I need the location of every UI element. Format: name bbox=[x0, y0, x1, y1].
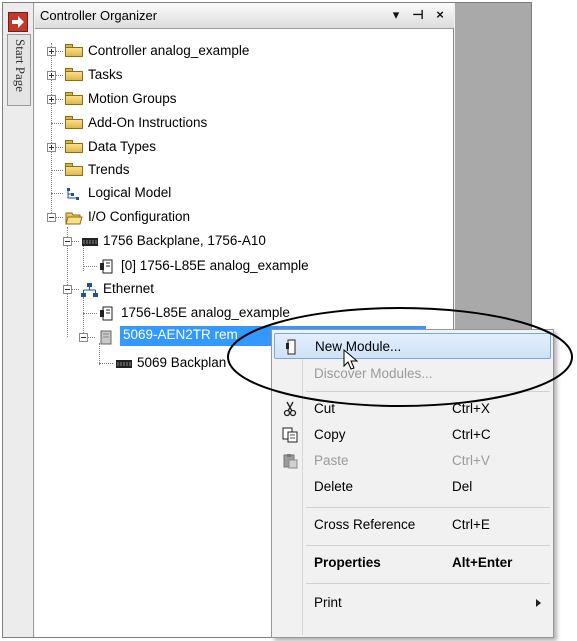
menu-item-properties[interactable]: Properties Alt+Enter bbox=[274, 550, 551, 576]
network-icon bbox=[81, 282, 99, 297]
tree-connector bbox=[51, 193, 63, 194]
menu-separator bbox=[306, 391, 550, 392]
menu-item-copy[interactable]: Copy Ctrl+C bbox=[274, 422, 551, 448]
menu-separator bbox=[306, 583, 550, 584]
adapter-module-icon bbox=[99, 330, 117, 345]
collapse-toggle[interactable] bbox=[79, 333, 88, 342]
menu-item-new-module[interactable]: New Module... bbox=[274, 333, 551, 359]
expand-toggle[interactable] bbox=[47, 143, 56, 152]
tree-connector bbox=[83, 266, 97, 267]
pin-icon[interactable]: ⊣ bbox=[409, 6, 427, 24]
folder-icon bbox=[65, 44, 83, 57]
tree-connector bbox=[99, 363, 113, 364]
folder-icon bbox=[65, 116, 83, 129]
tree-item-l85e-slot0[interactable]: [0] 1756-L85E analog_example bbox=[97, 255, 397, 277]
folder-icon bbox=[65, 68, 83, 81]
mouse-pointer-icon bbox=[343, 349, 359, 370]
tree-connector bbox=[83, 313, 97, 314]
tree-connector bbox=[83, 297, 84, 335]
backplane-icon bbox=[81, 234, 99, 248]
collapse-toggle[interactable] bbox=[63, 237, 72, 246]
tree-item-trends[interactable]: Trends bbox=[63, 159, 363, 181]
panel-title: Controller Organizer bbox=[40, 8, 158, 23]
cut-icon bbox=[282, 401, 298, 417]
tree-connector bbox=[51, 123, 63, 124]
tree-item-1756-backplane[interactable]: 1756 Backplane, 1756-A10 bbox=[79, 230, 379, 252]
expand-toggle[interactable] bbox=[47, 47, 56, 56]
logical-model-icon bbox=[66, 186, 84, 200]
folder-icon bbox=[65, 163, 83, 176]
collapse-toggle[interactable] bbox=[63, 285, 72, 294]
tree-item-data-types[interactable]: Data Types bbox=[63, 136, 363, 158]
folder-icon bbox=[65, 92, 83, 105]
folder-icon bbox=[65, 140, 83, 153]
panel-titlebar: Controller Organizer ▾ ⊣ × bbox=[35, 3, 454, 29]
paste-icon bbox=[282, 453, 298, 469]
tree-item-l85e-ethernet[interactable]: 1756-L85E analog_example bbox=[97, 302, 397, 324]
menu-item-delete[interactable]: Delete Del bbox=[274, 474, 551, 500]
tree-item-ethernet[interactable]: Ethernet bbox=[79, 278, 379, 300]
tree-item-tasks[interactable]: Tasks bbox=[63, 64, 363, 86]
copy-icon bbox=[282, 427, 298, 443]
menu-item-discover-modules[interactable]: Discover Modules... bbox=[274, 361, 551, 387]
menu-item-paste[interactable]: Paste Ctrl+V bbox=[274, 448, 551, 474]
controller-module-icon bbox=[99, 259, 117, 274]
backplane-icon bbox=[115, 356, 133, 370]
start-page-arrow-icon[interactable] bbox=[8, 12, 28, 32]
start-page-tab[interactable]: Start Page bbox=[7, 34, 31, 106]
tree-connector bbox=[51, 170, 63, 171]
controller-module-icon bbox=[99, 306, 117, 321]
menu-separator bbox=[306, 545, 550, 546]
expand-toggle[interactable] bbox=[47, 95, 56, 104]
tree-item-controller[interactable]: Controller analog_example bbox=[63, 40, 363, 62]
open-folder-icon bbox=[65, 210, 83, 225]
close-icon[interactable]: × bbox=[431, 6, 449, 24]
submenu-arrow-icon bbox=[536, 599, 541, 607]
start-page-strip: Start Page bbox=[3, 3, 34, 637]
tree-item-logical-model[interactable]: Logical Model bbox=[63, 182, 363, 204]
dropdown-arrow-icon[interactable]: ▾ bbox=[387, 6, 405, 24]
menu-separator bbox=[306, 507, 550, 508]
menu-item-print[interactable]: Print bbox=[274, 590, 551, 616]
context-menu: New Module... Discover Modules... Cut Ct… bbox=[271, 329, 554, 638]
tree-item-label: 5069-AEN2TR rem bbox=[123, 327, 238, 342]
tree-item-add-on-instructions[interactable]: Add-On Instructions bbox=[63, 112, 363, 134]
start-page-tab-label: Start Page bbox=[13, 39, 28, 93]
menu-item-cut[interactable]: Cut Ctrl+X bbox=[274, 396, 551, 422]
menu-item-cross-reference[interactable]: Cross Reference Ctrl+E bbox=[274, 512, 551, 538]
expand-toggle[interactable] bbox=[47, 71, 56, 80]
new-module-icon bbox=[283, 339, 299, 355]
collapse-toggle[interactable] bbox=[47, 213, 56, 222]
tree-item-io-configuration[interactable]: I/O Configuration bbox=[63, 206, 363, 228]
tree-connector bbox=[51, 43, 52, 213]
tree-item-motion-groups[interactable]: Motion Groups bbox=[63, 88, 363, 110]
